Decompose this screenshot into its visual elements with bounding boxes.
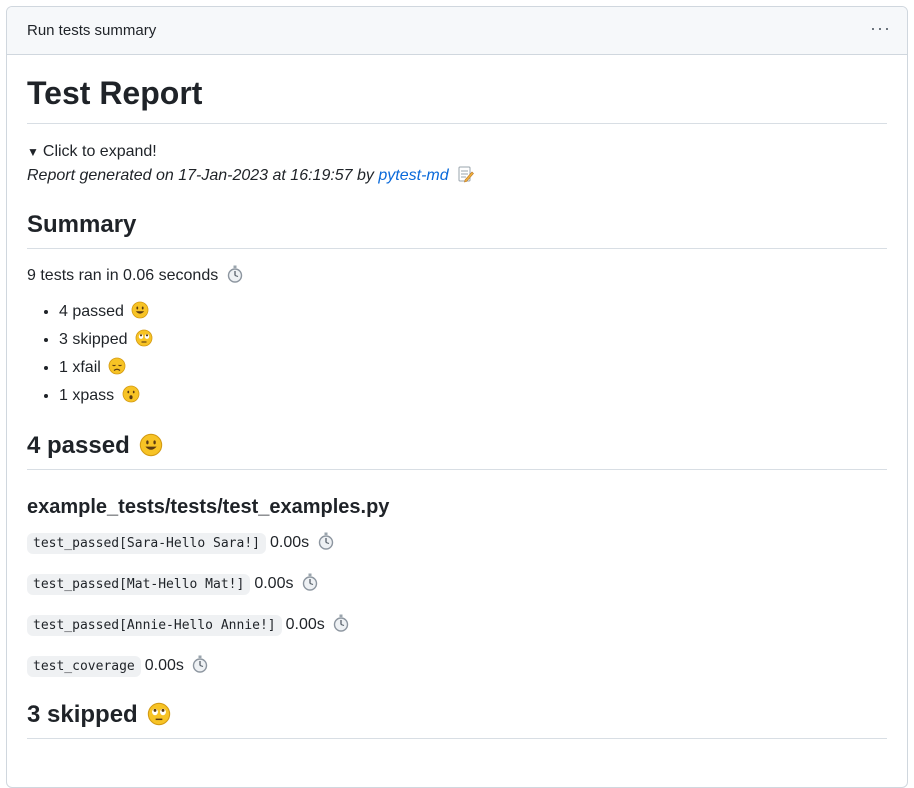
astonished-icon — [122, 385, 139, 403]
list-item: 1 xpass — [59, 385, 887, 407]
table-row: test_passed[Mat-Hello Mat!] 0.00s — [27, 573, 887, 596]
expand-label: Click to expand! — [42, 143, 157, 160]
summary-heading: Summary — [27, 210, 887, 249]
passed-tests-list: test_passed[Sara-Hello Sara!] 0.00s test_… — [27, 532, 887, 678]
smiley-icon — [131, 301, 149, 319]
stopwatch-icon — [227, 265, 242, 283]
kebab-horizontal-icon[interactable]: ··· — [870, 19, 891, 43]
report-content: Test Report ▼ Click to expand! Report gen… — [7, 73, 907, 739]
table-row: test_coverage 0.00s — [27, 655, 887, 678]
skipped-heading: 3 skipped — [27, 700, 887, 739]
pytest-md-link[interactable]: pytest-md — [378, 167, 448, 184]
eye-roll-icon — [148, 702, 171, 726]
triangle-down-icon: ▼ — [27, 145, 39, 159]
xfail-count: 1 xfail — [59, 359, 101, 376]
card-header: Run tests summary ··· — [7, 7, 907, 55]
tests-ran-line: 9 tests ran in 0.06 seconds — [27, 265, 887, 287]
page-title: Test Report — [27, 73, 887, 124]
generated-text: Report generated on 17-Jan-2023 at 16:19… — [27, 167, 379, 184]
card-title: Run tests summary — [27, 22, 157, 39]
test-name: test_passed[Sara-Hello Sara!] — [27, 533, 266, 554]
run-tests-summary-card: Run tests summary ··· Test Report ▼ Click… — [6, 6, 908, 788]
stopwatch-icon — [193, 655, 208, 673]
test-name: test_passed[Mat-Hello Mat!] — [27, 574, 251, 595]
smiley-icon — [140, 433, 163, 457]
expand-toggle[interactable]: ▼ Click to expand! — [27, 141, 887, 163]
test-name: test_coverage — [27, 656, 141, 677]
passed-count: 4 passed — [59, 303, 124, 320]
skipped-heading-text: 3 skipped — [27, 701, 138, 728]
summary-counts-list: 4 passed 3 skipped — [27, 301, 887, 407]
table-row: test_passed[Sara-Hello Sara!] 0.00s — [27, 532, 887, 555]
passed-heading: 4 passed — [27, 431, 887, 470]
test-duration: 0.00s — [285, 616, 325, 633]
stopwatch-icon — [318, 532, 333, 550]
skipped-count: 3 skipped — [59, 331, 128, 348]
test-name: test_passed[Annie-Hello Annie!] — [27, 615, 282, 636]
test-file-heading: example_tests/tests/test_examples.py — [27, 496, 390, 518]
table-row: test_passed[Annie-Hello Annie!] 0.00s — [27, 614, 887, 637]
test-duration: 0.00s — [144, 657, 184, 674]
disappointed-icon — [108, 357, 126, 375]
test-duration: 0.00s — [254, 575, 294, 592]
xpass-count: 1 xpass — [59, 387, 115, 404]
list-item: 3 skipped — [59, 329, 887, 351]
generated-line: Report generated on 17-Jan-2023 at 16:19… — [27, 165, 887, 187]
memo-icon — [458, 166, 474, 183]
test-duration: 0.00s — [269, 534, 310, 551]
stopwatch-icon — [334, 614, 349, 632]
tests-ran-text: 9 tests ran in 0.06 seconds — [27, 267, 219, 284]
passed-heading-text: 4 passed — [27, 432, 130, 459]
stopwatch-icon — [302, 573, 318, 591]
list-item: 1 xfail — [59, 357, 887, 379]
list-item: 4 passed — [59, 301, 887, 323]
eye-roll-icon — [135, 329, 153, 347]
